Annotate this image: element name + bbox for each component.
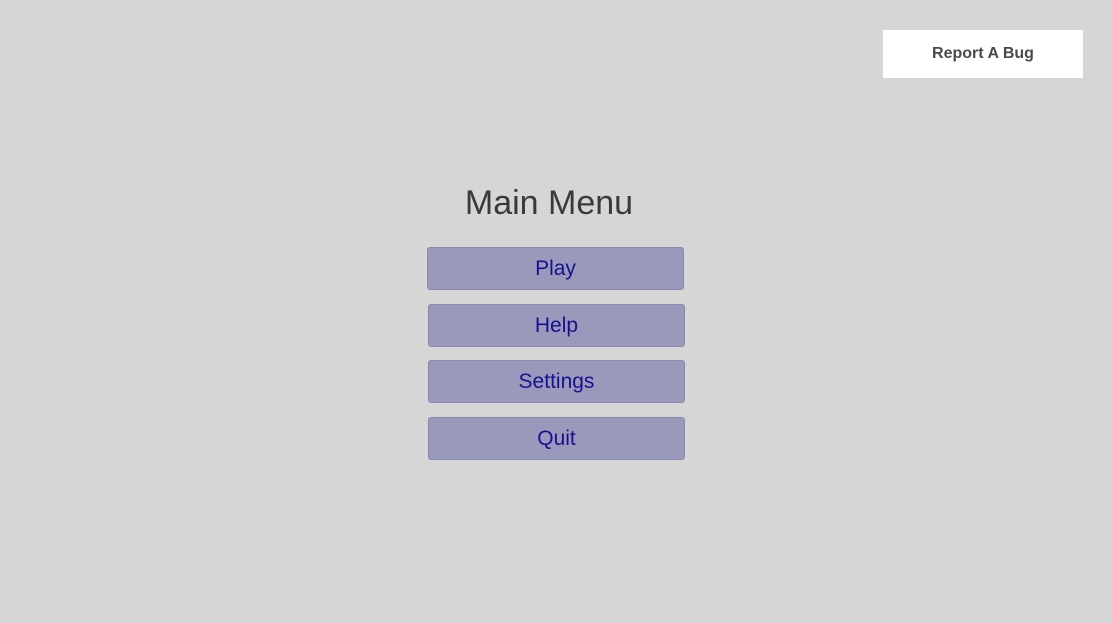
settings-button[interactable]: Settings — [428, 360, 685, 403]
play-button[interactable]: Play — [427, 247, 684, 290]
report-bug-button[interactable]: Report A Bug — [883, 30, 1083, 78]
help-button[interactable]: Help — [428, 304, 685, 347]
menu-title: Main Menu — [464, 184, 634, 222]
quit-button[interactable]: Quit — [428, 417, 685, 460]
